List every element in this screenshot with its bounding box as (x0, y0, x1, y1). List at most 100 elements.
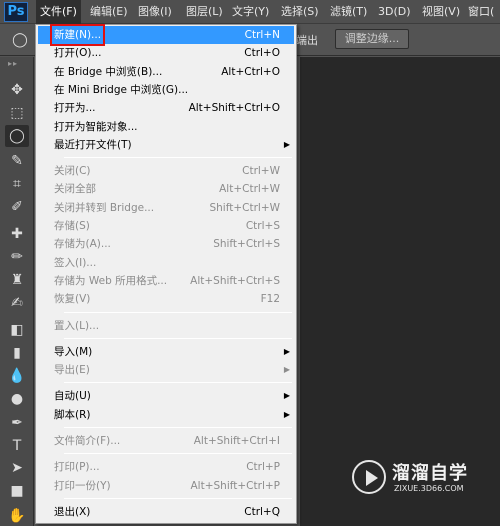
submenu-arrow-icon: ▶ (283, 346, 290, 356)
menu-item-label: 在 Bridge 中浏览(B)... (54, 65, 163, 78)
menu-item-label: 打开为... (54, 102, 96, 115)
menu-item-label: 恢复(V) (54, 293, 91, 306)
menu-item-label: 退出(X) (54, 505, 91, 518)
file-menu-item[interactable]: 脚本(R) ▶ (38, 406, 294, 424)
menu-item-label: 脚本(R) (54, 408, 91, 421)
file-menu-item: 导出(E) ▶ (38, 361, 294, 379)
file-menu-item[interactable]: 自动(U) ▶ (38, 387, 294, 405)
menu-separator (64, 497, 292, 499)
lasso-icon[interactable]: ◯ (5, 125, 29, 147)
menu-item-label: 在 Mini Bridge 中浏览(G)... (54, 83, 189, 96)
file-menu-item: 存储为 Web 所用格式... Alt+Shift+Ctrl+S (38, 272, 294, 290)
pen-icon[interactable]: ✒ (5, 412, 29, 434)
watermark-title: 溜溜自学 (392, 463, 468, 484)
type-icon[interactable]: T (5, 435, 29, 457)
brush-icon[interactable]: ✏ (5, 246, 29, 268)
menu-item-label: 导入(M) (54, 345, 93, 358)
eraser-icon[interactable]: ◧ (5, 319, 29, 341)
menu-item-label: 置入(L)... (54, 319, 100, 332)
menu-5[interactable]: 选择(S) (277, 0, 323, 24)
toolbox-grip-icon[interactable]: ▸▸ (8, 59, 18, 68)
menu-item-shortcut: Shift+Ctrl+S (213, 238, 280, 251)
menu-item-shortcut: Alt+Shift+Ctrl+O (188, 102, 280, 115)
file-menu-item[interactable]: 在 Bridge 中浏览(B)... Alt+Ctrl+O (38, 63, 294, 81)
file-menu-item: 文件简介(F)... Alt+Shift+Ctrl+I (38, 432, 294, 450)
menu-item-label: 关闭全部 (54, 183, 96, 196)
menu-separator (64, 157, 292, 159)
menu-item-label: 存储为(A)... (54, 238, 111, 251)
menu-4[interactable]: 文字(Y) (228, 0, 273, 24)
menu-item-label: 签入(I)... (54, 256, 97, 269)
file-menu-item: 关闭全部 Alt+Ctrl+W (38, 180, 294, 198)
file-menu-item[interactable]: 打开(O)... Ctrl+O (38, 44, 294, 62)
menu-separator (64, 337, 292, 339)
file-menu-item: 打印一份(Y) Alt+Shift+Ctrl+P (38, 477, 294, 495)
menu-item-label: 导出(E) (54, 364, 90, 377)
menu-item-shortcut: Shift+Ctrl+W (209, 201, 280, 214)
file-menu-item: 存储为(A)... Shift+Ctrl+S (38, 235, 294, 253)
menu-item-shortcut: F12 (260, 293, 280, 306)
menu-9[interactable]: 窗口( (464, 0, 498, 24)
lasso-preset-icon[interactable]: ◯ (8, 30, 32, 50)
file-menu-item[interactable]: 打开为智能对象... (38, 118, 294, 136)
file-menu-item[interactable]: 导入(M) ▶ (38, 343, 294, 361)
submenu-arrow-icon: ▶ (283, 139, 290, 149)
menu-item-shortcut: Ctrl+O (244, 47, 280, 60)
photoshop-logo: Ps (4, 2, 28, 22)
menu-item-label: 新建(N)... (49, 24, 106, 46)
file-menu-item[interactable]: 退出(X) Ctrl+Q (38, 503, 294, 521)
menu-item-label: 关闭(C) (54, 165, 91, 178)
hand-icon[interactable]: ✋ (5, 505, 29, 526)
rectangle-shape-icon[interactable]: ■ (5, 480, 29, 502)
move-tool-icon[interactable]: ✥ (5, 79, 29, 101)
menu-separator (64, 453, 292, 455)
menu-item-label: 最近打开文件(T) (54, 138, 132, 151)
file-menu-item: 关闭(C) Ctrl+W (38, 162, 294, 180)
submenu-arrow-icon: ▶ (283, 409, 290, 419)
file-menu-item[interactable]: 新建(N)... Ctrl+N (38, 24, 294, 46)
menu-0[interactable]: 文件(F) (36, 0, 81, 24)
menu-item-label: 关闭并转到 Bridge... (54, 201, 155, 214)
menu-2[interactable]: 图像(I) (134, 0, 176, 24)
quick-selection-icon[interactable]: ✎ (5, 150, 29, 172)
menu-1[interactable]: 编辑(E) (86, 0, 132, 24)
menu-7[interactable]: 3D(D) (374, 0, 415, 24)
file-menu-item[interactable]: 在 Mini Bridge 中浏览(G)... (38, 81, 294, 99)
path-selection-icon[interactable]: ➤ (5, 457, 29, 479)
eyedropper-icon[interactable]: ✐ (5, 196, 29, 218)
file-menu-item[interactable]: 打开为... Alt+Shift+Ctrl+O (38, 99, 294, 117)
menu-item-shortcut: Alt+Ctrl+O (221, 65, 280, 78)
menu-item-shortcut: Alt+Shift+Ctrl+S (190, 274, 280, 287)
menu-item-label: 打开(O)... (54, 47, 102, 60)
menu-3[interactable]: 图层(L) (182, 0, 227, 24)
menu-separator (64, 311, 292, 313)
refine-edge-button[interactable]: 调整边缘... (335, 29, 409, 49)
gradient-icon[interactable]: ▮ (5, 342, 29, 364)
menu-6[interactable]: 滤镜(T) (326, 0, 371, 24)
menu-item-shortcut: Ctrl+Q (244, 505, 280, 518)
canvas-area (300, 57, 500, 526)
menu-item-shortcut: Ctrl+W (242, 165, 280, 178)
crop-icon[interactable]: ⌗ (5, 173, 29, 195)
file-menu-item: 置入(L)... (38, 317, 294, 335)
menu-item-shortcut: Alt+Shift+Ctrl+P (190, 479, 281, 492)
file-menu-item: 打印(P)... Ctrl+P (38, 458, 294, 476)
file-menu-item[interactable]: 最近打开文件(T) ▶ (38, 136, 294, 154)
file-menu-item: 恢复(V) F12 (38, 290, 294, 308)
rectangular-marquee-icon[interactable]: ⬚ (5, 102, 29, 124)
file-menu-item: 签入(I)... (38, 254, 294, 272)
menu-8[interactable]: 视图(V) (418, 0, 464, 24)
history-brush-icon[interactable]: ✍ (5, 292, 29, 314)
menu-separator (64, 382, 292, 384)
menu-item-label: 自动(U) (54, 390, 91, 403)
blur-icon[interactable]: 💧 (5, 365, 29, 387)
dodge-icon[interactable]: ● (5, 388, 29, 410)
options-partial-label: 端出 (296, 34, 318, 47)
menu-item-label: 打印(P)... (54, 461, 100, 474)
menu-item-label: 文件简介(F)... (54, 435, 121, 447)
menu-item-shortcut: Alt+Shift+Ctrl+I (193, 435, 280, 447)
clone-stamp-icon[interactable]: ♜ (5, 269, 29, 291)
menu-item-shortcut: Ctrl+N (244, 29, 280, 41)
menu-item-shortcut: Alt+Ctrl+W (219, 183, 280, 196)
spot-healing-icon[interactable]: ✚ (5, 223, 29, 245)
